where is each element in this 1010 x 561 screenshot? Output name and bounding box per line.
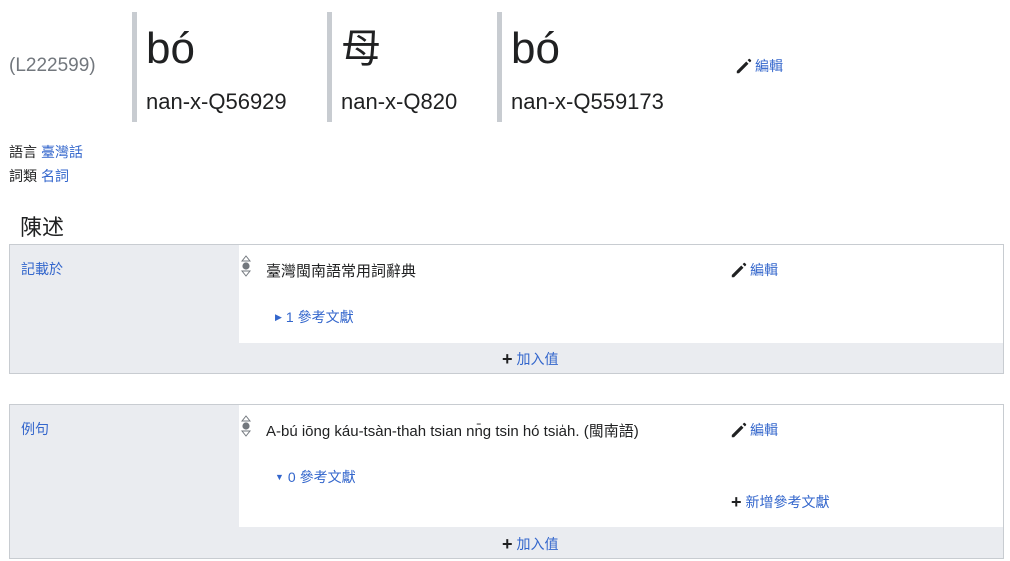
edit-statement-button[interactable]: 編輯 (730, 420, 778, 440)
lemma-form: bó (146, 24, 195, 73)
lemma-form: 母 (341, 26, 381, 72)
pencil-icon (731, 262, 747, 278)
statement-value: A-bú iōng káu-tsàn-thah tsian nn̄g tsin … (266, 423, 639, 440)
property-link[interactable]: 記載於 (21, 259, 63, 279)
triangle-right-icon: ▶ (275, 311, 282, 322)
add-value-label: 加入值 (516, 351, 559, 367)
language-row: 語言 臺灣話 (9, 142, 83, 162)
property-link[interactable]: 例句 (21, 419, 49, 439)
edit-label: 編輯 (750, 422, 778, 438)
statement-value-block: 臺灣閩南語常用詞辭典 編輯 ▶ 1 參考文獻 (239, 245, 1003, 343)
language-label: 語言 (9, 144, 37, 160)
lexeme-id: (L222599) (9, 55, 96, 76)
plus-icon: + (502, 534, 513, 554)
lemma-language-code: nan-x-Q820 (341, 89, 458, 114)
add-value-label: 加入值 (516, 536, 559, 552)
references-label: 1 參考文獻 (285, 309, 354, 325)
references-label: 0 參考文獻 (287, 469, 356, 485)
statement-value-block: A-bú iōng káu-tsàn-thah tsian nn̄g tsin … (239, 405, 1003, 527)
edit-label: 編輯 (755, 58, 783, 74)
edit-label: 編輯 (750, 262, 778, 278)
lemma-3: bó nan-x-Q559173 (497, 12, 697, 122)
lexical-category-link[interactable]: 名詞 (41, 168, 69, 184)
lexical-category-row: 詞類 名詞 (9, 166, 69, 186)
lemma-language-code: nan-x-Q56929 (146, 89, 287, 114)
lexical-category-label: 詞類 (9, 168, 37, 184)
rank-selector-icon[interactable] (241, 415, 251, 437)
lemma-1: bó nan-x-Q56929 (132, 12, 322, 122)
add-value-button[interactable]: + 加入值 (502, 534, 559, 554)
edit-statement-button[interactable]: 編輯 (730, 260, 778, 280)
references-toggle[interactable]: ▶ 1 參考文獻 (275, 307, 354, 327)
rank-selector-icon[interactable] (241, 255, 251, 277)
lemma-form: bó (511, 24, 560, 73)
pencil-icon (731, 422, 747, 438)
language-link[interactable]: 臺灣話 (41, 144, 83, 160)
lemma-language-code: nan-x-Q559173 (511, 89, 664, 114)
edit-lemmas-button[interactable]: 編輯 (735, 56, 783, 76)
plus-icon: + (502, 349, 513, 369)
triangle-down-icon: ▼ (275, 472, 284, 482)
plus-icon: + (731, 492, 742, 512)
add-value-button[interactable]: + 加入值 (502, 349, 559, 369)
references-toggle[interactable]: ▼ 0 參考文獻 (275, 467, 356, 487)
statement-group: 記載於 臺灣閩南語常用詞辭典 編輯 ▶ 1 參考文獻 + 加入值 (9, 244, 1004, 374)
statement-group: 例句 A-bú iōng káu-tsàn-thah tsian nn̄g ts… (9, 404, 1004, 559)
statement-value: 臺灣閩南語常用詞辭典 (266, 263, 417, 280)
add-reference-label: 新增參考文獻 (745, 494, 830, 510)
lemma-2: 母 nan-x-Q820 (327, 12, 492, 122)
statements-heading: 陳述 (20, 216, 65, 241)
add-reference-button[interactable]: + 新增參考文獻 (731, 492, 830, 512)
pencil-icon (736, 58, 752, 74)
